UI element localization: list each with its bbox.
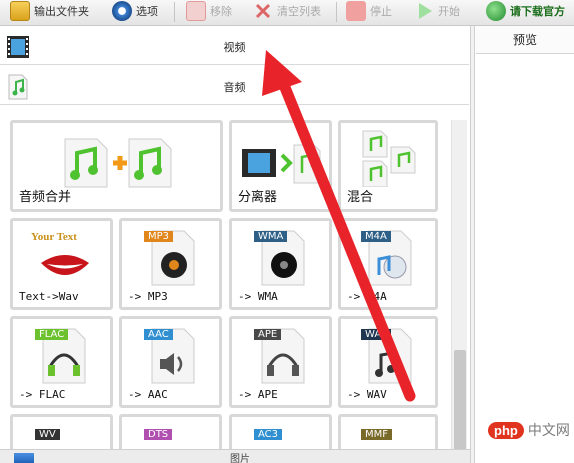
grid-scrollbar[interactable]: ▼	[451, 120, 467, 463]
stop-icon	[346, 1, 366, 21]
tile-text-to-wav-label: Text->Wav	[19, 290, 79, 303]
stop-label: 停止	[370, 5, 392, 18]
tile-flac[interactable]: FLAC -> FLAC	[10, 316, 113, 408]
tile-wma[interactable]: WMA -> WMA	[229, 218, 332, 310]
tile-wav[interactable]: WAV -> WAV	[338, 316, 438, 408]
category-audio[interactable]: 音频	[0, 68, 469, 105]
start-button[interactable]: 开始	[414, 0, 460, 22]
tile-flac-label: -> FLAC	[19, 388, 66, 401]
clear-list-button[interactable]: 清空列表	[253, 0, 321, 22]
output-folder-label: 输出文件夹	[34, 5, 89, 18]
start-label: 开始	[438, 5, 460, 18]
tile-mp3-label: -> MP3	[128, 290, 168, 303]
tile-splitter-label: 分离器	[238, 190, 278, 205]
download-official-label: 请下载官方	[510, 5, 565, 18]
tile-ape-label: -> APE	[238, 388, 278, 401]
dts-badge: DTS	[144, 429, 173, 440]
tile-audio-merge-label: 音频合并	[19, 190, 72, 205]
category-video[interactable]: 视频	[0, 28, 469, 65]
app-window: 输出文件夹 选项 移除 清空列表 停止 开始 请下载官方 视频 音频 音频合并 …	[0, 0, 574, 463]
tile-wav-label: -> WAV	[347, 388, 387, 401]
tile-aac-label: -> AAC	[128, 388, 168, 401]
your-text-label: Your Text	[31, 231, 77, 243]
picture-icon	[14, 453, 34, 463]
function-grid: 音频合并 分离器 混合 Your Text Text->Wav MP3 -> M…	[10, 120, 446, 463]
ape-badge: APE	[254, 329, 282, 340]
options-label: 选项	[136, 5, 158, 18]
clear-icon	[253, 1, 273, 21]
scroll-thumb[interactable]	[454, 350, 466, 460]
play-icon	[414, 1, 434, 21]
tile-mp3[interactable]: MP3 -> MP3	[119, 218, 222, 310]
tile-m4a[interactable]: M4A -> M4A	[338, 218, 438, 310]
tile-wma-label: -> WMA	[238, 290, 278, 303]
toolbar-separator	[336, 2, 337, 22]
wma-badge: WMA	[254, 231, 288, 242]
merge-icon	[63, 135, 173, 192]
globe-icon	[486, 1, 506, 21]
stop-button[interactable]: 停止	[346, 0, 392, 22]
preview-panel: 预览	[476, 26, 574, 463]
m4a-badge: M4A	[361, 231, 391, 242]
mix-icon	[359, 129, 419, 190]
download-official-button[interactable]: 请下载官方	[486, 0, 565, 22]
mmf-badge: MMF	[361, 429, 393, 440]
category-video-label: 视频	[223, 41, 246, 54]
output-folder-button[interactable]: 输出文件夹	[10, 0, 89, 22]
clear-list-label: 清空列表	[277, 5, 321, 18]
tile-splitter[interactable]: 分离器	[229, 120, 332, 212]
category-audio-label: 音频	[223, 81, 246, 94]
gear-icon	[112, 1, 132, 21]
watermark-text: 中文网	[527, 422, 570, 438]
tile-mix-label: 混合	[347, 190, 374, 205]
wv-badge: WV	[35, 429, 60, 440]
flac-badge: FLAC	[35, 329, 69, 340]
remove-button[interactable]: 移除	[186, 0, 232, 22]
preview-header: 预览	[476, 26, 574, 54]
folder-icon	[10, 1, 30, 21]
remove-icon	[186, 1, 206, 21]
watermark-badge: php	[488, 421, 524, 439]
options-button[interactable]: 选项	[112, 0, 158, 22]
toolbar: 输出文件夹 选项 移除 清空列表 停止 开始 请下载官方	[0, 0, 574, 26]
ac3-badge: AC3	[254, 429, 283, 440]
aac-badge: AAC	[144, 329, 173, 340]
splitter-icon	[240, 135, 324, 192]
tile-m4a-label: -> M4A	[347, 290, 387, 303]
mp3-badge: MP3	[144, 231, 174, 242]
panel-splitter[interactable]	[470, 26, 475, 463]
wav-badge: WAV	[361, 329, 392, 340]
left-panel: 视频 音频 音频合并 分离器 混合 Your Text Text->Wav MP…	[0, 28, 469, 463]
tile-ape[interactable]: APE -> APE	[229, 316, 332, 408]
tile-aac[interactable]: AAC -> AAC	[119, 316, 222, 408]
tile-text-to-wav[interactable]: Your Text Text->Wav	[10, 218, 113, 310]
remove-label: 移除	[210, 5, 232, 18]
tile-mix[interactable]: 混合	[338, 120, 438, 212]
tile-audio-merge[interactable]: 音频合并	[10, 120, 223, 212]
bottom-category-label: 图片	[230, 454, 250, 463]
watermark: php 中文网	[488, 418, 574, 442]
toolbar-separator	[174, 2, 175, 22]
bottom-category-bar[interactable]: 图片	[0, 449, 470, 463]
